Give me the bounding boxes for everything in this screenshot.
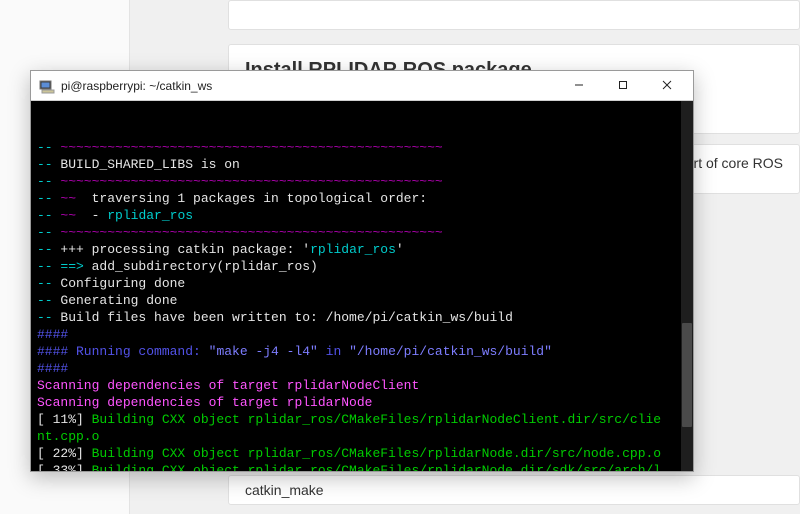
terminal-line: [ 22%] Building CXX object rplidar_ros/C… <box>37 445 687 462</box>
terminal-line: -- ==> add_subdirectory(rplidar_ros) <box>37 258 687 275</box>
terminal-line: #### Running command: "make -j4 -l4" in … <box>37 343 687 360</box>
terminal-line: -- BUILD_SHARED_LIBS is on <box>37 156 687 173</box>
terminal-line: #### <box>37 360 687 377</box>
terminal-line: -- ~~ traversing 1 packages in topologic… <box>37 190 687 207</box>
terminal-line: -- ~~~~~~~~~~~~~~~~~~~~~~~~~~~~~~~~~~~~~… <box>37 224 687 241</box>
terminal-line: Scanning dependencies of target rplidarN… <box>37 377 687 394</box>
scrollbar-thumb[interactable] <box>682 323 692 427</box>
terminal-line: -- Build files have been written to: /ho… <box>37 309 687 326</box>
bg-panel-bottom: catkin_make <box>228 475 800 505</box>
bg-panel-top <box>228 0 800 30</box>
terminal-content[interactable]: -- ~~~~~~~~~~~~~~~~~~~~~~~~~~~~~~~~~~~~~… <box>31 101 693 471</box>
terminal-line: -- Generating done <box>37 292 687 309</box>
minimize-button[interactable] <box>557 72 601 100</box>
window-titlebar[interactable]: pi@raspberrypi: ~/catkin_ws <box>31 71 693 101</box>
close-button[interactable] <box>645 72 689 100</box>
bottom-command: catkin_make <box>245 482 324 498</box>
terminal-line: [ 33%] Building CXX object rplidar_ros/C… <box>37 462 687 471</box>
terminal-line: -- +++ processing catkin package: 'rplid… <box>37 241 687 258</box>
putty-icon <box>39 78 55 94</box>
terminal-line: -- ~~ - rplidar_ros <box>37 207 687 224</box>
terminal-line: #### <box>37 326 687 343</box>
minimize-icon <box>574 79 584 93</box>
terminal-line: nt.cpp.o <box>37 428 687 445</box>
close-icon <box>662 79 672 93</box>
maximize-button[interactable] <box>601 72 645 100</box>
terminal-line: -- ~~~~~~~~~~~~~~~~~~~~~~~~~~~~~~~~~~~~~… <box>37 173 687 190</box>
terminal-scrollbar[interactable] <box>681 101 693 471</box>
terminal-line: -- Configuring done <box>37 275 687 292</box>
maximize-icon <box>618 79 628 93</box>
terminal-window: pi@raspberrypi: ~/catkin_ws -- ~~~~~~~~~… <box>30 70 694 472</box>
terminal-line: [ 11%] Building CXX object rplidar_ros/C… <box>37 411 687 428</box>
terminal-line: -- ~~~~~~~~~~~~~~~~~~~~~~~~~~~~~~~~~~~~~… <box>37 139 687 156</box>
terminal-line: Scanning dependencies of target rplidarN… <box>37 394 687 411</box>
window-controls <box>557 72 689 100</box>
window-title: pi@raspberrypi: ~/catkin_ws <box>61 79 557 93</box>
